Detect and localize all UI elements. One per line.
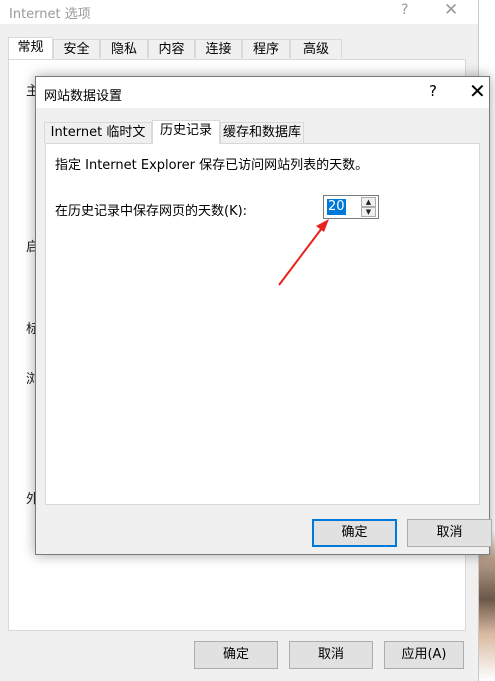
tab-security[interactable]: 安全 xyxy=(53,39,100,58)
options-cancel-button[interactable]: 取消 xyxy=(289,641,373,669)
internet-options-title: Internet 选项 xyxy=(9,7,91,22)
dialog-titlebar: 网站数据设置 ? ✕ xyxy=(36,77,489,108)
tab-history[interactable]: 历史记录 xyxy=(152,120,220,144)
history-description: 指定 Internet Explorer 保存已访问网站列表的天数。 xyxy=(55,158,369,173)
spin-up-icon[interactable]: ▲ xyxy=(361,197,376,207)
tab-programs[interactable]: 程序 xyxy=(242,39,290,58)
close-icon[interactable]: ✕ xyxy=(444,0,458,20)
dialog-close-icon[interactable]: ✕ xyxy=(469,79,486,103)
options-apply-button[interactable]: 应用(A) xyxy=(384,641,464,669)
dialog-title: 网站数据设置 xyxy=(44,89,123,104)
internet-options-titlebar: Internet 选项 ? ✕ xyxy=(0,0,478,24)
options-ok-button[interactable]: 确定 xyxy=(194,641,278,669)
spin-down-icon[interactable]: ▼ xyxy=(361,207,376,217)
tab-connections[interactable]: 连接 xyxy=(195,39,242,58)
dialog-tabs: Internet 临时文件 历史记录 缓存和数据库 xyxy=(44,120,484,160)
tab-content[interactable]: 内容 xyxy=(148,39,195,58)
dialog-help-icon[interactable]: ? xyxy=(429,82,437,100)
help-icon[interactable]: ? xyxy=(401,2,408,18)
tab-advanced[interactable]: 高级 xyxy=(290,39,342,58)
dialog-ok-button[interactable]: 确定 xyxy=(312,519,397,547)
days-to-keep-spinner[interactable]: 20 ▲ ▼ xyxy=(323,195,379,219)
tab-privacy[interactable]: 隐私 xyxy=(100,39,148,58)
days-to-keep-label: 在历史记录中保存网页的天数(K): xyxy=(55,204,248,219)
days-to-keep-input[interactable]: 20 xyxy=(327,199,346,215)
dialog-cancel-button[interactable]: 取消 xyxy=(407,519,492,547)
tab-general[interactable]: 常规 xyxy=(8,37,53,60)
website-data-settings-dialog: 网站数据设置 ? ✕ Internet 临时文件 历史记录 缓存和数据库 指定 … xyxy=(35,76,492,555)
tab-temporary-internet-files[interactable]: Internet 临时文件 xyxy=(44,122,152,160)
tab-caches-and-databases[interactable]: 缓存和数据库 xyxy=(220,122,304,143)
history-tab-panel: 指定 Internet Explorer 保存已访问网站列表的天数。 在历史记录… xyxy=(45,143,480,505)
